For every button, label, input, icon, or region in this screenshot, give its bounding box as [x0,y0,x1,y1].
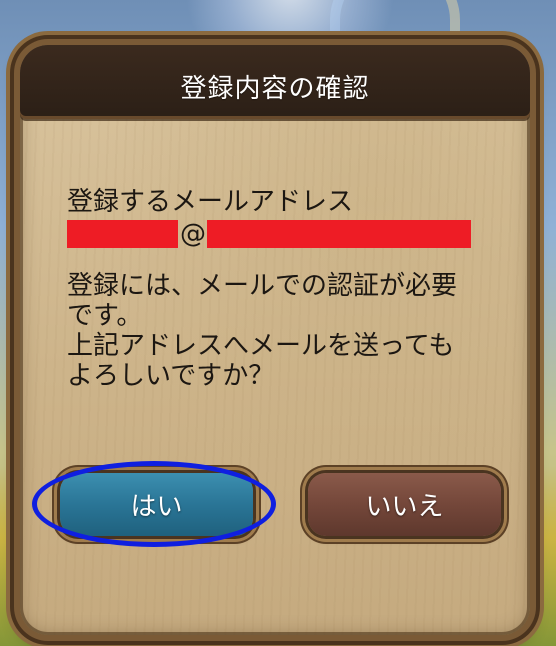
confirmation-message: 登録には、メールでの認証が必要 です。 上記アドレスへメールを送っても よろしい… [67,271,507,391]
yes-button[interactable]: はい [60,473,253,536]
yes-button-label: はい [130,492,183,522]
email-at-sign: @ [180,219,206,249]
message-line: 上記アドレスへメールを送っても [67,331,455,361]
dialog-title: 登録内容の確認 [180,74,370,104]
email-label: 登録するメールアドレス [67,187,354,217]
confirmation-dialog: 登録内容の確認 登録するメールアドレス @ 登録には、メールでの認証が必要 です… [20,45,530,635]
dialog-title-bar: 登録内容の確認 [20,45,530,119]
message-line: よろしいですか？ [67,361,275,391]
no-button[interactable]: いいえ [308,473,501,536]
redacted-email-local-part [67,220,178,248]
no-button-label: いいえ [365,492,444,522]
redacted-email-domain [207,220,471,248]
message-line: 登録には、メールでの認証が必要 [67,271,458,301]
background-rainbow [330,0,460,40]
message-line: です。 [67,301,143,331]
